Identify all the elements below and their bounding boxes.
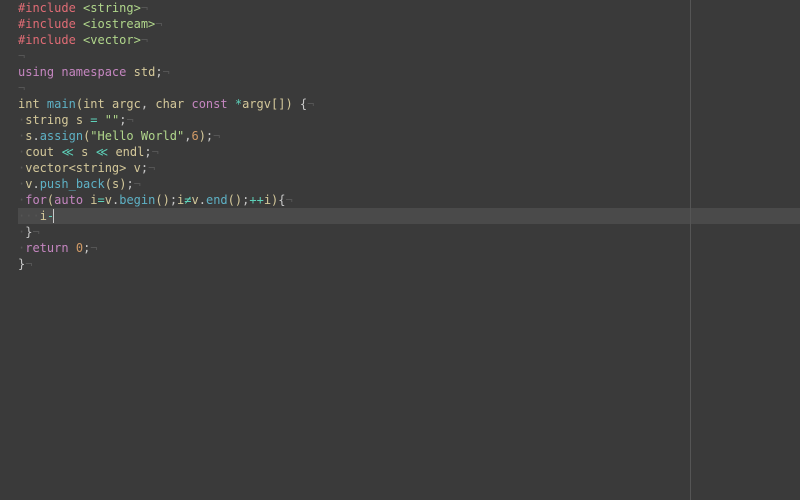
code-line: #include <iostream>¬ [18, 16, 800, 32]
identifier: argc [112, 97, 141, 111]
method: assign [40, 129, 83, 143]
include-header: <vector> [83, 33, 141, 47]
include-header: <string> [83, 1, 141, 15]
preproc-directive: #include [18, 17, 76, 31]
code-line: ·return 0;¬ [18, 240, 800, 256]
eol-marker: ¬ [90, 241, 97, 255]
method: begin [119, 193, 155, 207]
eol-marker: ¬ [307, 97, 314, 111]
text-cursor [53, 209, 54, 223]
code-line: ¬ [18, 80, 800, 96]
identifier: i [90, 193, 97, 207]
type: int [83, 97, 105, 111]
preproc-directive: #include [18, 1, 76, 15]
code-line: ¬ [18, 48, 800, 64]
code-line: ·string s = "";¬ [18, 112, 800, 128]
type: vector<string> [25, 161, 126, 175]
eol-marker: ¬ [213, 129, 220, 143]
string-literal: "Hello World" [90, 129, 184, 143]
include-header: <iostream> [83, 17, 155, 31]
identifier: v [105, 193, 112, 207]
identifier: i [40, 209, 47, 223]
code-editor[interactable]: #include <string>¬ #include <iostream>¬ … [0, 0, 800, 272]
keyword: using [18, 65, 54, 79]
type: char [155, 97, 184, 111]
code-line: #include <string>¬ [18, 0, 800, 16]
identifier: cout [25, 145, 54, 159]
column-ruler [690, 0, 691, 500]
code-line: using namespace std;¬ [18, 64, 800, 80]
code-line: ·for(auto i=v.begin();i≠v.end();++i){¬ [18, 192, 800, 208]
keyword: namespace [61, 65, 126, 79]
keyword: return [25, 241, 68, 255]
number: 0 [76, 241, 83, 255]
eol-marker: ¬ [126, 113, 133, 127]
code-line-current: ···i- [18, 208, 800, 224]
eol-marker: ¬ [286, 193, 293, 207]
identifier: i [264, 193, 271, 207]
identifier: v [134, 161, 141, 175]
eol-marker: ¬ [163, 65, 170, 79]
eol-marker: ¬ [18, 81, 25, 95]
function: main [47, 97, 76, 111]
type: int [18, 97, 40, 111]
number: 6 [191, 129, 198, 143]
identifier: std [134, 65, 156, 79]
string-literal: "" [105, 113, 119, 127]
code-line: }¬ [18, 256, 800, 272]
eol-marker: ¬ [25, 257, 32, 271]
code-line: ·s.assign("Hello World",6);¬ [18, 128, 800, 144]
code-line: ·}¬ [18, 224, 800, 240]
eol-marker: ¬ [155, 17, 162, 31]
eol-marker: ¬ [32, 225, 39, 239]
code-line: ·v.push_back(s);¬ [18, 176, 800, 192]
method: push_back [40, 177, 105, 191]
keyword: auto [54, 193, 83, 207]
method: end [206, 193, 228, 207]
eol-marker: ¬ [152, 145, 159, 159]
identifier: argv [242, 97, 271, 111]
eol-marker: ¬ [141, 33, 148, 47]
code-line: int main(int argc, char const *argv[]) {… [18, 96, 800, 112]
code-line: #include <vector>¬ [18, 32, 800, 48]
type: string [25, 113, 68, 127]
eol-marker: ¬ [148, 161, 155, 175]
eol-marker: ¬ [141, 1, 148, 15]
code-line: ·cout ≪ s ≪ endl;¬ [18, 144, 800, 160]
indent-guide: ··· [18, 209, 40, 223]
keyword: const [191, 97, 227, 111]
identifier: endl [115, 145, 144, 159]
eol-marker: ¬ [18, 49, 25, 63]
code-line: ·vector<string> v;¬ [18, 160, 800, 176]
keyword: for [25, 193, 47, 207]
identifier: v [192, 193, 199, 207]
preproc-directive: #include [18, 33, 76, 47]
eol-marker: ¬ [134, 177, 141, 191]
identifier: s [76, 113, 83, 127]
